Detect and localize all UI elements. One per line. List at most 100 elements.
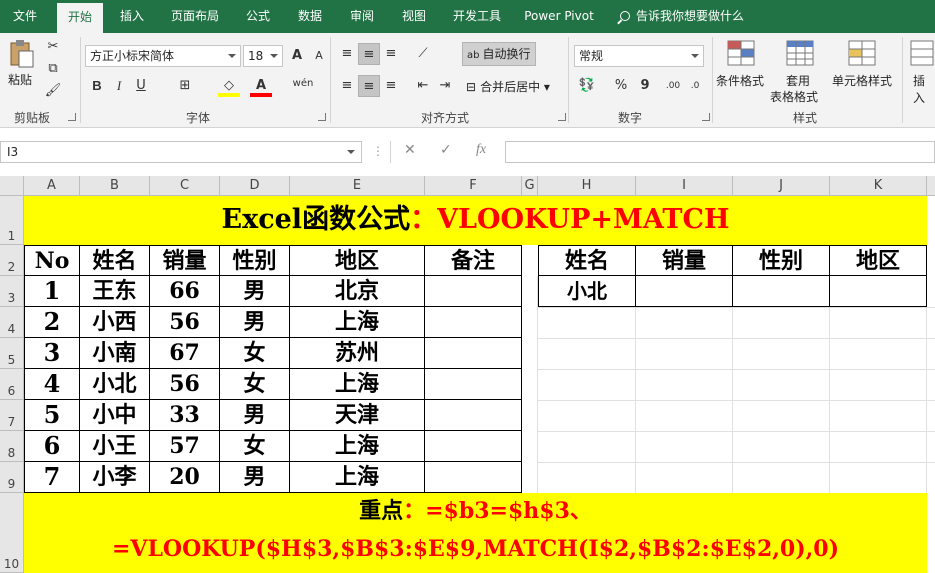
header-cell[interactable]: 备注 bbox=[425, 245, 522, 276]
format-as-table-icon[interactable] bbox=[786, 40, 814, 66]
sheet-title-cell[interactable]: Excel函数公式：VLOOKUP+MATCH bbox=[24, 196, 927, 245]
table-cell[interactable]: 7 bbox=[24, 462, 80, 493]
font-color-icon[interactable]: A bbox=[250, 75, 272, 97]
cancel-icon[interactable]: ✕ bbox=[404, 142, 416, 158]
lookup-header-cell[interactable]: 地区 bbox=[830, 245, 927, 276]
table-cell[interactable]: 4 bbox=[24, 369, 80, 400]
table-cell[interactable]: 男 bbox=[220, 462, 290, 493]
worksheet[interactable]: A B C D E F G H I J K 1 2 3 4 5 6 7 8 9 … bbox=[0, 176, 935, 573]
tab-data[interactable]: 数据 bbox=[288, 0, 332, 33]
header-cell[interactable]: No bbox=[24, 245, 80, 276]
row-header-6[interactable]: 6 bbox=[0, 369, 24, 400]
table-cell[interactable]: 上海 bbox=[290, 431, 425, 462]
row-header-1[interactable]: 1 bbox=[0, 196, 24, 245]
table-cell[interactable] bbox=[425, 431, 522, 462]
header-cell[interactable]: 性别 bbox=[220, 245, 290, 276]
insert-cells-icon[interactable] bbox=[910, 40, 934, 66]
table-cell[interactable]: 女 bbox=[220, 431, 290, 462]
table-cell[interactable] bbox=[425, 369, 522, 400]
align-right-icon[interactable]: ≡ bbox=[380, 75, 402, 97]
phonetic-button[interactable]: wén bbox=[292, 73, 314, 95]
table-cell[interactable]: 男 bbox=[220, 307, 290, 338]
table-cell[interactable] bbox=[425, 400, 522, 431]
table-cell[interactable]: 56 bbox=[150, 307, 220, 338]
table-cell[interactable]: 女 bbox=[220, 369, 290, 400]
row-header-5[interactable]: 5 bbox=[0, 338, 24, 369]
tab-home[interactable]: 开始 bbox=[57, 3, 103, 33]
row-header-3[interactable]: 3 bbox=[0, 276, 24, 307]
align-bottom-icon[interactable]: ≡ bbox=[380, 43, 402, 65]
decrease-decimal-icon[interactable]: .0 bbox=[684, 75, 706, 97]
table-cell[interactable]: 1 bbox=[24, 276, 80, 307]
table-cell[interactable]: 66 bbox=[150, 276, 220, 307]
name-box[interactable]: I3 bbox=[0, 141, 362, 163]
column-header-b[interactable]: B bbox=[80, 176, 150, 196]
font-size-select[interactable]: 18 bbox=[243, 45, 283, 67]
row-header-10[interactable]: 10 bbox=[0, 493, 24, 573]
increase-indent-icon[interactable]: ⇥ bbox=[434, 75, 456, 97]
decrease-indent-icon[interactable]: ⇤ bbox=[412, 75, 434, 97]
lookup-header-cell[interactable]: 姓名 bbox=[538, 245, 636, 276]
format-painter-icon[interactable]: 🖌 bbox=[42, 80, 64, 102]
fill-color-icon[interactable]: ◇ bbox=[218, 75, 240, 97]
formula-input[interactable] bbox=[505, 141, 935, 163]
column-header-h[interactable]: H bbox=[538, 176, 636, 196]
table-cell[interactable]: 小南 bbox=[80, 338, 150, 369]
lookup-header-cell[interactable]: 销量 bbox=[636, 245, 733, 276]
cell-styles-icon[interactable] bbox=[848, 40, 876, 66]
number-launcher-icon[interactable] bbox=[702, 113, 710, 121]
table-cell[interactable]: 5 bbox=[24, 400, 80, 431]
bold-button[interactable]: B bbox=[86, 75, 108, 97]
cut-icon[interactable]: ✂ bbox=[42, 36, 64, 58]
table-cell[interactable]: 上海 bbox=[290, 369, 425, 400]
table-cell[interactable]: 6 bbox=[24, 431, 80, 462]
row-header-9[interactable]: 9 bbox=[0, 462, 24, 493]
table-cell[interactable]: 苏州 bbox=[290, 338, 425, 369]
table-cell[interactable]: 小北 bbox=[80, 369, 150, 400]
align-middle-icon[interactable]: ≡ bbox=[358, 43, 380, 65]
grow-font-button[interactable]: A bbox=[286, 45, 308, 67]
tab-page-layout[interactable]: 页面布局 bbox=[162, 0, 228, 33]
column-header-a[interactable]: A bbox=[24, 176, 80, 196]
table-cell[interactable] bbox=[425, 338, 522, 369]
wrap-text-button[interactable]: ab 自动换行 bbox=[462, 42, 536, 66]
enter-icon[interactable]: ✓ bbox=[440, 142, 452, 158]
font-launcher-icon[interactable] bbox=[318, 113, 326, 121]
tab-file[interactable]: 文件 bbox=[0, 0, 50, 33]
lookup-value-cell[interactable]: 小北 bbox=[538, 276, 636, 307]
lookup-value-cell[interactable] bbox=[733, 276, 830, 307]
header-cell[interactable]: 姓名 bbox=[80, 245, 150, 276]
header-cell[interactable]: 地区 bbox=[290, 245, 425, 276]
font-name-select[interactable]: 方正小标宋简体 bbox=[85, 45, 241, 67]
paste-icon[interactable] bbox=[9, 39, 35, 69]
table-cell[interactable]: 上海 bbox=[290, 307, 425, 338]
table-cell[interactable]: 56 bbox=[150, 369, 220, 400]
percent-button[interactable]: % bbox=[610, 75, 632, 97]
column-header-c[interactable]: C bbox=[150, 176, 220, 196]
clipboard-launcher-icon[interactable] bbox=[68, 113, 76, 121]
row-header-4[interactable]: 4 bbox=[0, 307, 24, 338]
align-top-icon[interactable]: ≡ bbox=[336, 43, 358, 65]
column-header-j[interactable]: J bbox=[733, 176, 830, 196]
shrink-font-button[interactable]: A bbox=[308, 45, 330, 67]
tab-review[interactable]: 审阅 bbox=[340, 0, 384, 33]
table-cell[interactable]: 小西 bbox=[80, 307, 150, 338]
merge-center-button[interactable]: ⊟ 合并后居中 ▾ bbox=[466, 78, 550, 95]
table-cell[interactable]: 3 bbox=[24, 338, 80, 369]
column-header-f[interactable]: F bbox=[425, 176, 522, 196]
orientation-icon[interactable]: ⟋ bbox=[412, 43, 434, 65]
column-header-k[interactable]: K bbox=[830, 176, 927, 196]
select-all-corner[interactable] bbox=[0, 176, 24, 196]
lookup-header-cell[interactable]: 性别 bbox=[733, 245, 830, 276]
increase-decimal-icon[interactable]: .00 bbox=[662, 75, 684, 97]
lookup-value-cell[interactable] bbox=[636, 276, 733, 307]
insert-function-icon[interactable]: fx bbox=[476, 142, 486, 158]
table-cell[interactable] bbox=[425, 307, 522, 338]
row-header-2[interactable]: 2 bbox=[0, 245, 24, 276]
currency-icon[interactable]: 💱 bbox=[576, 75, 598, 97]
italic-button[interactable]: I bbox=[108, 75, 130, 97]
table-cell[interactable]: 33 bbox=[150, 400, 220, 431]
table-cell[interactable]: 57 bbox=[150, 431, 220, 462]
paste-button[interactable]: 粘贴 bbox=[8, 71, 32, 88]
tell-me-search[interactable]: 告诉我你想要做什么 bbox=[620, 0, 744, 33]
